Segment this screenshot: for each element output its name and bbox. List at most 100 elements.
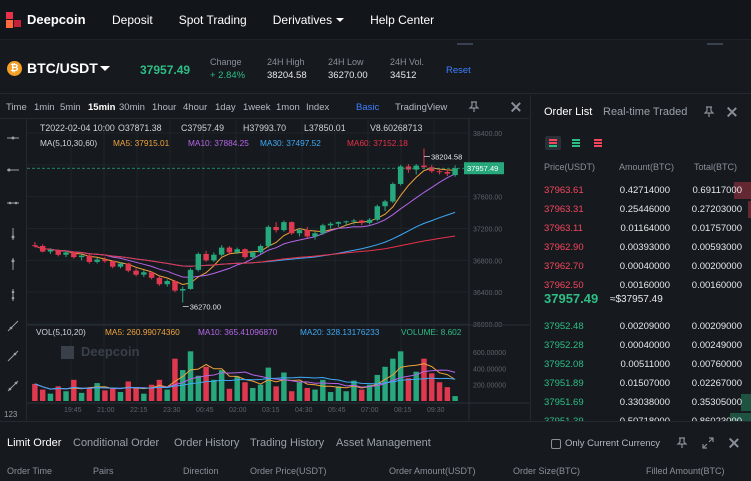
ask-row[interactable]: 37963.31 0.25446000 0.27203000 [531, 200, 751, 219]
watermark: Deepcoin [81, 344, 140, 359]
bid-row[interactable]: 37951.89 0.01507000 0.02267000 [531, 374, 751, 393]
cell-total: 0.00200000 [691, 261, 742, 272]
close-icon[interactable] [729, 438, 739, 448]
volume-bar [429, 373, 435, 401]
volume-bar [94, 383, 100, 401]
ask-row[interactable]: 37963.61 0.42714000 0.69117000 [531, 181, 751, 200]
pair-selector[interactable]: BTC/USDT [27, 60, 98, 76]
tf-1hour[interactable]: 1hour [152, 102, 176, 113]
volume-bar [133, 387, 139, 401]
view-tradingview[interactable]: TradingView [395, 102, 447, 113]
close-icon[interactable] [727, 107, 737, 117]
tf-1min[interactable]: 1min [34, 102, 55, 113]
ray-line-icon[interactable] [6, 349, 20, 363]
candle-body [226, 247, 233, 253]
more-tools-icon[interactable]: 123 [3, 406, 21, 420]
tab-limit-order[interactable]: Limit Order [7, 437, 61, 449]
pin-icon[interactable] [676, 437, 688, 449]
chevron-down-icon[interactable] [100, 66, 110, 71]
volume-bar [218, 370, 225, 401]
ask-row[interactable]: 37962.70 0.00040000 0.00200000 [531, 257, 751, 276]
tab-order-list[interactable]: Order List [544, 106, 592, 118]
logo-icon [6, 11, 22, 28]
pin-icon[interactable] [468, 101, 480, 113]
tab-conditional-order[interactable]: Conditional Order [73, 437, 159, 449]
tf-time[interactable]: Time [6, 102, 27, 113]
tab-trading-history[interactable]: Trading History [250, 437, 324, 449]
bid-row[interactable]: 37952.28 0.00040000 0.00249000 [531, 336, 751, 355]
stat-value: 38204.58 [267, 70, 307, 81]
tab-real-time-traded[interactable]: Real-time Traded [603, 106, 687, 118]
nav-spot-trading[interactable]: Spot Trading [179, 13, 247, 27]
nav-derivatives[interactable]: Derivatives [272, 12, 345, 27]
nav-derivatives-label: Derivatives [272, 12, 333, 27]
header-total: Total(BTC) [694, 162, 738, 172]
tf-5min[interactable]: 5min [60, 102, 81, 113]
ma-value-ma5: MA5: 37915.01 [113, 138, 170, 148]
tab-order-history[interactable]: Order History [174, 437, 239, 449]
volume-bar [47, 393, 54, 401]
candle-body [281, 222, 287, 231]
volume-bar [211, 379, 217, 401]
nav-help-center[interactable]: Help Center [370, 13, 434, 27]
price-tick-label: 37200.00 [473, 227, 502, 234]
vertical-line-icon[interactable] [6, 257, 20, 271]
header-amount: Amount(BTC) [619, 162, 675, 172]
reset-link[interactable]: Reset [446, 65, 471, 76]
stat-value: 34512 [390, 70, 417, 81]
volume-bar [156, 379, 163, 401]
ask-row[interactable]: 37963.11 0.01164000 0.01757000 [531, 219, 751, 238]
bid-row[interactable]: 37952.48 0.00209000 0.00209000 [531, 317, 751, 336]
horizontal-line-icon[interactable] [6, 163, 20, 177]
candlestick-chart[interactable]: 38400.0038000.0037600.0037200.0036800.00… [27, 119, 529, 420]
nav-divider-mark [707, 43, 723, 45]
asks-only-toggle[interactable] [590, 136, 606, 150]
tf-index[interactable]: Index [306, 102, 329, 113]
volume-ma-ma5: MA5: 260.99074360 [105, 327, 180, 337]
view-basic[interactable]: Basic [356, 102, 379, 113]
vertical-segment-icon[interactable] [6, 288, 20, 302]
trend-line-icon[interactable] [6, 319, 20, 333]
stat-label: 24H High [267, 57, 305, 67]
pin-icon[interactable] [703, 106, 715, 118]
vertical-ray-icon[interactable] [6, 227, 20, 241]
both-sides-toggle[interactable] [545, 136, 561, 150]
volume-tick-label: 600.00000 [473, 350, 506, 357]
candle-body [141, 272, 147, 275]
bid-row[interactable]: 37951.69 0.33038000 0.35305000 [531, 393, 751, 412]
tf-1day[interactable]: 1day [215, 102, 236, 113]
tf-1week[interactable]: 1week [243, 102, 270, 113]
volume-bar [86, 387, 93, 401]
watermark-logo-icon [61, 346, 74, 359]
tf-15min[interactable]: 15min [88, 102, 115, 113]
segment-line-icon[interactable] [6, 379, 20, 393]
close-icon[interactable] [511, 102, 521, 112]
time-tick-label: 22:15 [130, 407, 148, 414]
expand-icon[interactable] [702, 437, 714, 449]
cell-price: 37952.08 [544, 359, 584, 370]
ask-row[interactable]: 37962.90 0.00393000 0.00593000 [531, 238, 751, 257]
volume-ma-ma10: MA10: 365.41096870 [198, 327, 278, 337]
candle-body [86, 255, 93, 262]
volume-bar [452, 396, 458, 401]
candle-body [94, 259, 100, 262]
tf-1mon[interactable]: 1mon [276, 102, 300, 113]
tf-30min[interactable]: 30min [119, 102, 145, 113]
bid-row[interactable]: 37952.08 0.00511000 0.00760000 [531, 355, 751, 374]
tab-asset-management[interactable]: Asset Management [336, 437, 431, 449]
extended-line-icon[interactable] [6, 196, 20, 210]
candle-body [335, 222, 342, 224]
volume-bar [288, 391, 295, 401]
stat-value: 36270.00 [328, 70, 368, 81]
candle-body [359, 220, 365, 223]
candle-body [63, 252, 69, 255]
logo[interactable]: Deepcoin [6, 11, 96, 28]
tf-4hour[interactable]: 4hour [183, 102, 207, 113]
candle-body [234, 249, 240, 253]
nav-deposit[interactable]: Deposit [112, 13, 153, 27]
volume-bar [327, 392, 334, 401]
only-current-checkbox[interactable] [551, 439, 561, 449]
time-tick-label: 23:30 [163, 407, 181, 414]
bids-only-toggle[interactable] [568, 136, 584, 150]
horizontal-ray-icon[interactable] [6, 131, 20, 145]
